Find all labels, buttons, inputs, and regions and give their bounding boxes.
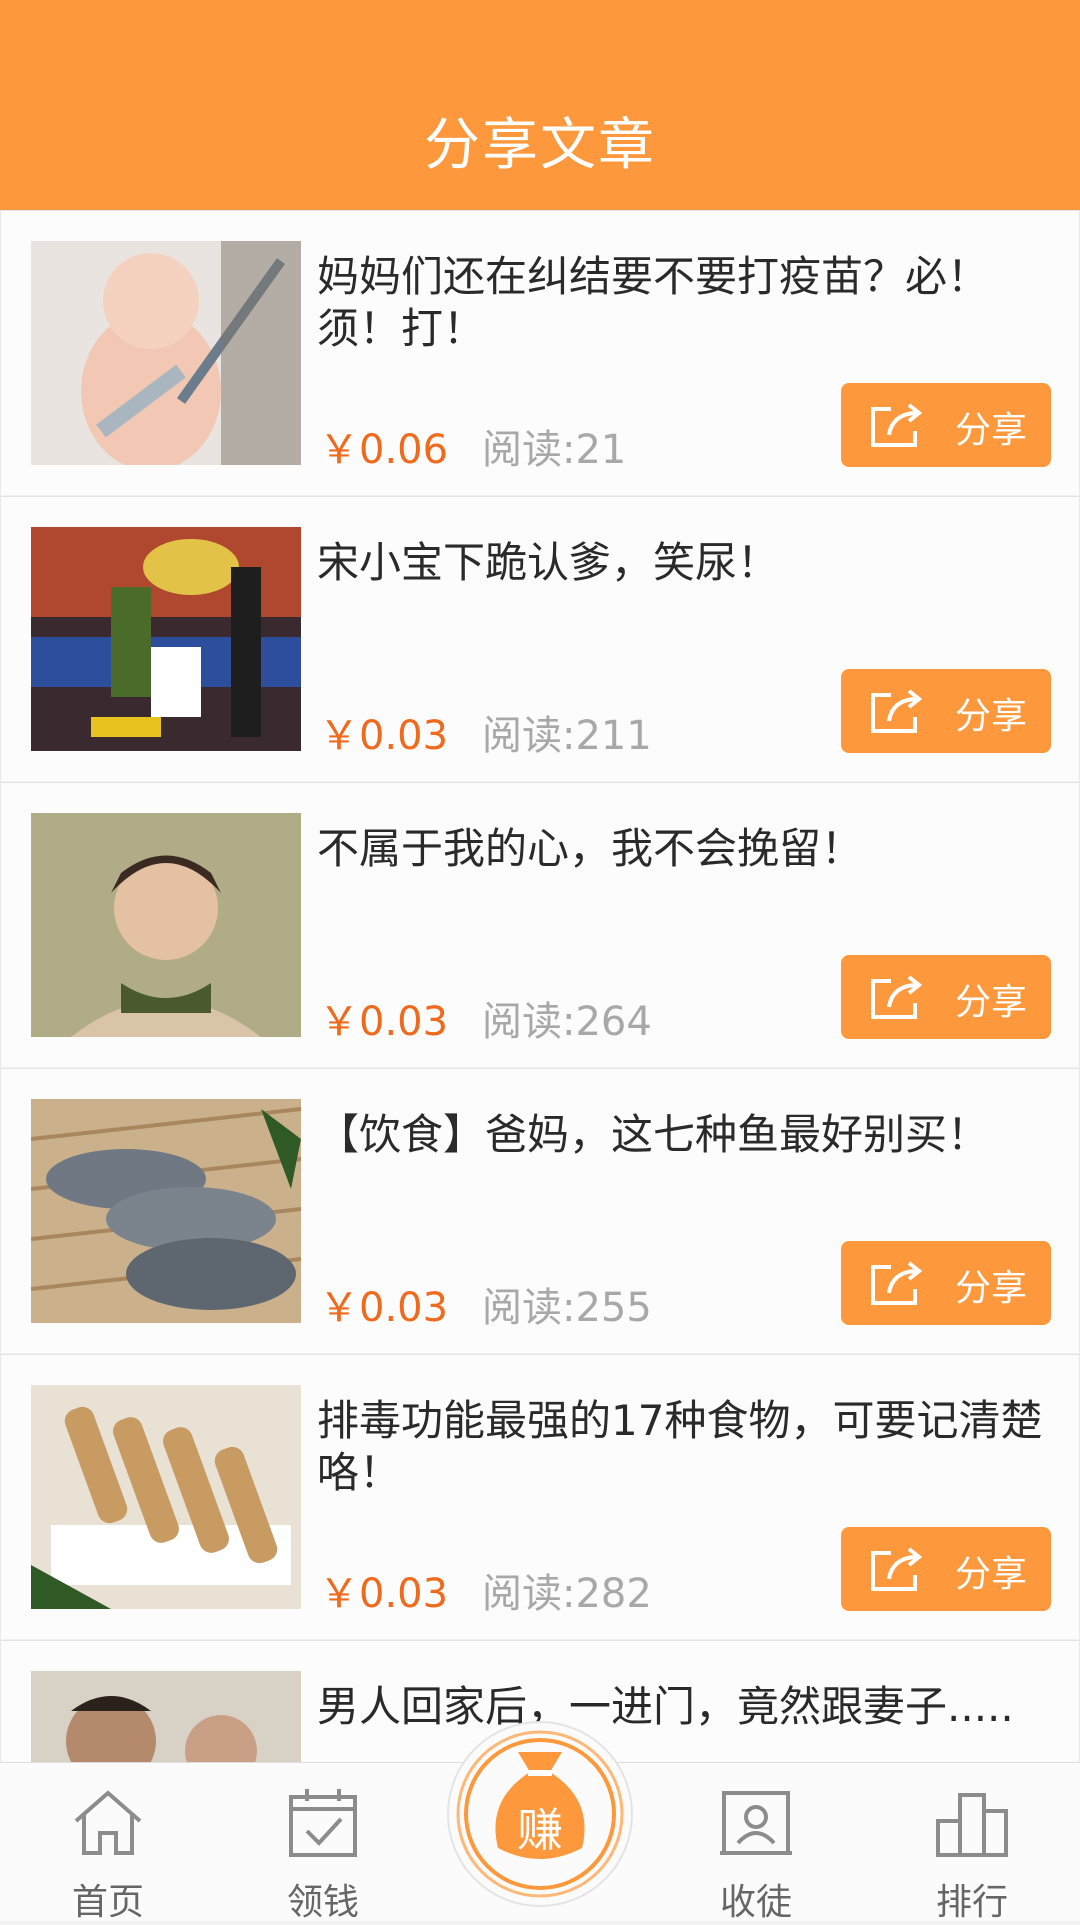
share-icon xyxy=(871,689,923,733)
read-count-value: 211 xyxy=(575,713,652,759)
money-bag-icon: 赚 xyxy=(447,1721,633,1907)
share-button[interactable]: 分享 xyxy=(841,383,1051,467)
article-thumbnail[interactable] xyxy=(31,813,301,1037)
read-count-label: 阅读: xyxy=(482,1571,576,1617)
read-count: 阅读:282 xyxy=(482,1561,652,1619)
reward-price: ￥0.03 xyxy=(319,713,449,759)
read-count-value: 255 xyxy=(575,1285,652,1331)
home-icon xyxy=(74,1790,142,1855)
share-label: 分享 xyxy=(955,696,1028,737)
article-list[interactable]: 妈妈们还在纠结要不要打疫苗？必！须！打！ ￥0.06 阅读:21 分享 宋小宝下… xyxy=(0,210,1080,1765)
ranking-icon xyxy=(936,1793,1008,1857)
read-count-value: 282 xyxy=(575,1571,652,1617)
article-thumbnail[interactable] xyxy=(31,1099,301,1323)
share-icon xyxy=(871,975,923,1019)
article-thumbnail[interactable] xyxy=(31,1671,301,1765)
share-label: 分享 xyxy=(955,982,1028,1023)
read-count: 阅读:255 xyxy=(482,1275,652,1333)
earn-button[interactable]: 赚 xyxy=(446,1720,634,1908)
read-count: 阅读:264 xyxy=(482,989,652,1047)
share-icon xyxy=(871,403,923,447)
article-item[interactable]: 宋小宝下跪认爹，笑尿！ ￥0.03 阅读:211 分享 xyxy=(0,496,1080,781)
contact-card-icon xyxy=(720,1791,792,1855)
read-count-value: 21 xyxy=(575,427,627,473)
tab-home[interactable]: 首页 xyxy=(28,1763,188,1923)
article-title[interactable]: 妈妈们还在纠结要不要打疫苗？必！须！打！ xyxy=(317,251,1057,355)
tab-recruit[interactable]: 收徒 xyxy=(676,1763,836,1923)
tab-collect[interactable]: 领钱 xyxy=(243,1763,403,1923)
article-title[interactable]: 宋小宝下跪认爹，笑尿！ xyxy=(317,537,1057,589)
reward-price: ￥0.03 xyxy=(319,999,449,1045)
article-title[interactable]: 【饮食】爸妈，这七种鱼最好别买！ xyxy=(317,1109,1057,1161)
read-count: 阅读:211 xyxy=(482,703,652,761)
read-count-label: 阅读: xyxy=(482,713,576,759)
earn-label: 赚 xyxy=(517,1803,563,1857)
reward-price: ￥0.03 xyxy=(319,1285,449,1331)
tab-home-label: 首页 xyxy=(71,1882,144,1923)
read-count-label: 阅读: xyxy=(482,427,576,473)
tab-rank-label: 排行 xyxy=(935,1882,1008,1923)
reward-price: ￥0.03 xyxy=(319,1571,449,1617)
share-button[interactable]: 分享 xyxy=(841,955,1051,1039)
share-icon xyxy=(871,1547,923,1591)
share-button[interactable]: 分享 xyxy=(841,669,1051,753)
read-count: 阅读:21 xyxy=(482,417,626,475)
read-count-value: 264 xyxy=(575,999,652,1045)
share-label: 分享 xyxy=(955,1268,1028,1309)
article-thumbnail[interactable] xyxy=(31,241,301,465)
tab-rank[interactable]: 排行 xyxy=(892,1763,1052,1923)
app-header: 分享文章 xyxy=(0,0,1080,210)
article-item[interactable]: 排毒功能最强的17种食物，可要记清楚咯！ ￥0.03 阅读:282 分享 xyxy=(0,1354,1080,1639)
article-thumbnail[interactable] xyxy=(31,1385,301,1609)
article-title[interactable]: 不属于我的心，我不会挽留！ xyxy=(317,823,1057,875)
share-icon xyxy=(871,1261,923,1305)
article-thumbnail[interactable] xyxy=(31,527,301,751)
article-item[interactable]: 不属于我的心，我不会挽留！ ￥0.03 阅读:264 分享 xyxy=(0,782,1080,1067)
share-button[interactable]: 分享 xyxy=(841,1241,1051,1325)
tab-recruit-label: 收徒 xyxy=(719,1882,792,1923)
page-title: 分享文章 xyxy=(424,113,656,178)
calendar-check-icon xyxy=(289,1789,357,1857)
article-title[interactable]: 排毒功能最强的17种食物，可要记清楚咯！ xyxy=(317,1395,1057,1499)
tab-collect-label: 领钱 xyxy=(286,1882,359,1923)
read-count-label: 阅读: xyxy=(482,1285,576,1331)
share-button[interactable]: 分享 xyxy=(841,1527,1051,1611)
article-item[interactable]: 【饮食】爸妈，这七种鱼最好别买！ ￥0.03 阅读:255 分享 xyxy=(0,1068,1080,1353)
article-item[interactable]: 妈妈们还在纠结要不要打疫苗？必！须！打！ ￥0.06 阅读:21 分享 xyxy=(0,210,1080,495)
read-count-label: 阅读: xyxy=(482,999,576,1045)
reward-price: ￥0.06 xyxy=(319,427,449,473)
article-title[interactable]: 男人回家后，一进门，竟然跟妻子..... xyxy=(317,1681,1057,1733)
share-label: 分享 xyxy=(955,1554,1028,1595)
share-label: 分享 xyxy=(955,410,1028,451)
